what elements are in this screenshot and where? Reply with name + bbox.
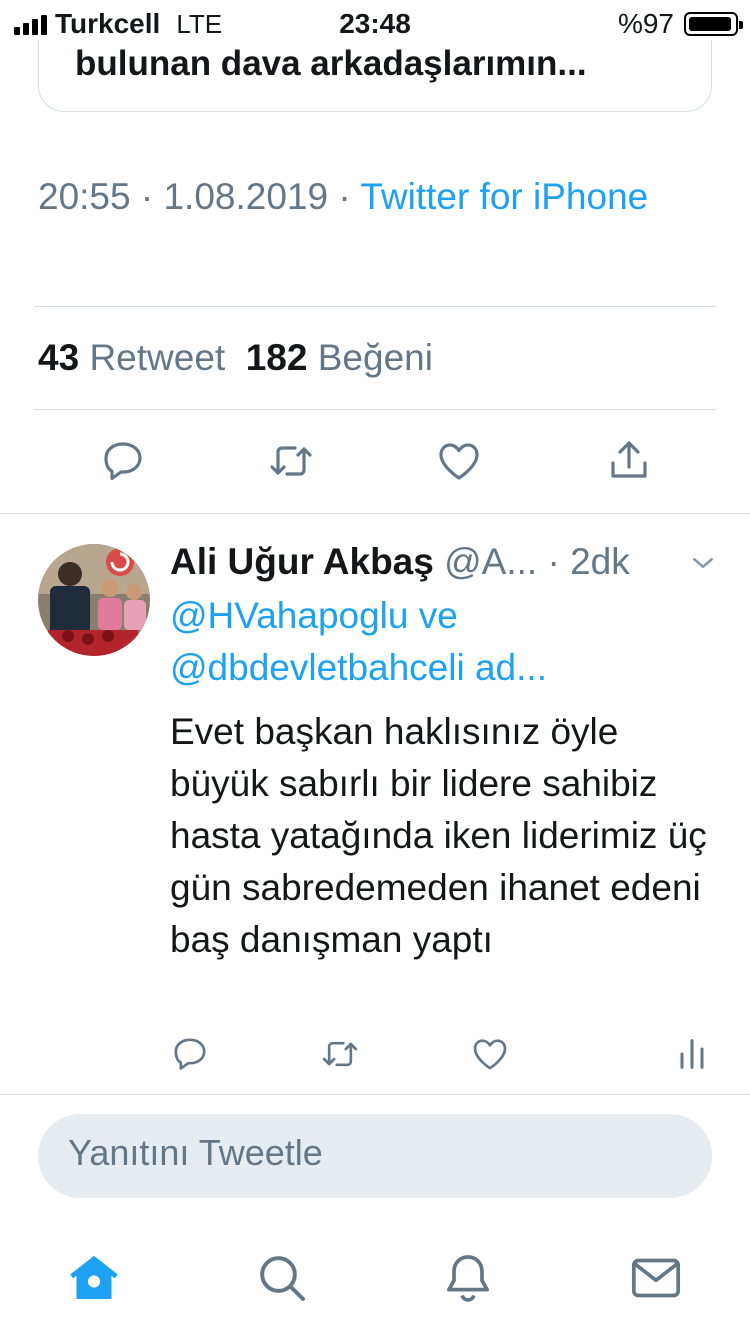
- battery-percentage: %97: [617, 8, 674, 39]
- retweet-icon: [270, 446, 312, 476]
- divider: [0, 1094, 750, 1095]
- reply-actions: [0, 1030, 750, 1080]
- reply-analytics-button[interactable]: [668, 1030, 716, 1078]
- retweet-label: Retweet: [89, 337, 226, 378]
- reply-author-handle[interactable]: @A...: [444, 541, 537, 582]
- like-label: Beğeni: [317, 337, 433, 378]
- battery-group: %97: [617, 8, 743, 40]
- retweet-icon: [322, 1041, 358, 1067]
- reply-header: Ali Uğur Akbaş @A... · 2dk: [170, 538, 630, 586]
- divider: [34, 409, 716, 410]
- reply-text: Evet başkan haklısınız öyle büyük sabırl…: [170, 711, 707, 960]
- reply-reply-button[interactable]: [166, 1030, 214, 1078]
- like-icon: [473, 1039, 507, 1070]
- tweet-source-link[interactable]: Twitter for iPhone: [360, 176, 648, 217]
- reply-icon: [104, 442, 142, 480]
- battery-icon: [684, 12, 743, 36]
- search-icon: [260, 1256, 305, 1301]
- replying-to-mentions[interactable]: @HVahapoglu ve @dbdevletbahceli ad...: [170, 590, 690, 694]
- tweet-stats: 43 Retweet 182 Beğeni: [38, 332, 433, 384]
- like-button[interactable]: [428, 430, 490, 492]
- reply-icon: [174, 1038, 206, 1070]
- retweet-button[interactable]: [260, 430, 322, 492]
- meta-separator: ·: [328, 176, 361, 217]
- meta-separator: ·: [130, 176, 164, 217]
- likes-stat[interactable]: 182 Beğeni: [246, 337, 433, 378]
- analytics-icon: [680, 1039, 704, 1069]
- tweet-actions: [0, 430, 750, 492]
- like-count: 182: [245, 337, 308, 378]
- notifications-icon: [447, 1255, 489, 1302]
- quoted-tweet-text: bulunan dava arkadaşlarımın...: [75, 44, 587, 83]
- reply-author-name[interactable]: Ali Uğur Akbaş: [170, 541, 434, 582]
- tab-notifications[interactable]: [436, 1246, 500, 1310]
- tweet-timestamp: 20:55 · 1.08.2019 · Twitter for iPhone: [38, 170, 678, 224]
- quoted-tweet-card[interactable]: bulunan dava arkadaşlarımın...: [38, 40, 712, 112]
- divider: [34, 306, 716, 307]
- home-icon: [70, 1255, 118, 1299]
- retweet-count: 43: [38, 337, 80, 378]
- like-icon: [439, 443, 479, 480]
- tweet-date: 1.08.2019: [163, 176, 329, 217]
- reply-input-placeholder: Yanıtını Tweetle: [68, 1132, 323, 1173]
- divider: [0, 513, 750, 514]
- tab-search[interactable]: [250, 1246, 314, 1310]
- messages-icon: [631, 1258, 681, 1298]
- chevron-down-icon[interactable]: [688, 548, 718, 578]
- retweets-stat[interactable]: 43 Retweet: [38, 337, 225, 378]
- reply-time: · 2dk: [537, 541, 630, 582]
- reply-input[interactable]: Yanıtını Tweetle: [38, 1114, 712, 1198]
- share-button[interactable]: [598, 430, 660, 492]
- reply-like-button[interactable]: [466, 1030, 514, 1078]
- tab-bar: [0, 1232, 750, 1322]
- reply-button[interactable]: [92, 430, 154, 492]
- tab-home[interactable]: [62, 1246, 126, 1310]
- reply-retweet-button[interactable]: [316, 1030, 364, 1078]
- avatar[interactable]: [38, 544, 150, 656]
- tweet-time: 20:55: [38, 176, 131, 217]
- tab-messages[interactable]: [624, 1246, 688, 1310]
- share-icon: [611, 441, 647, 478]
